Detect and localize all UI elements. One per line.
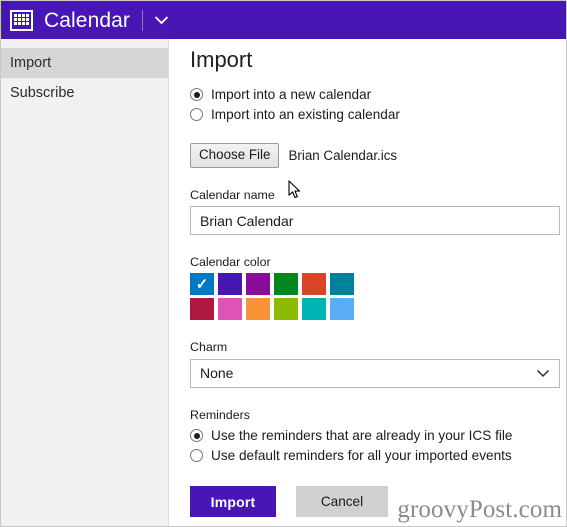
import-panel: Import Import into a new calendar Import… [169, 39, 566, 526]
radio-icon [190, 108, 203, 122]
sidebar: Import Subscribe [1, 39, 169, 526]
app-title: Calendar [44, 8, 131, 32]
sidebar-item-label: Import [10, 55, 52, 71]
reminders-label: Reminders [190, 407, 250, 422]
title-bar: Calendar [1, 1, 566, 39]
color-swatch-green[interactable] [274, 273, 298, 296]
sidebar-item-import[interactable]: Import [1, 48, 168, 78]
title-divider [142, 9, 144, 31]
page-title: Import [190, 47, 253, 72]
color-swatch-orange-red[interactable] [302, 273, 326, 296]
color-swatch-turquoise[interactable] [302, 298, 326, 321]
color-swatch-crimson[interactable] [190, 298, 214, 321]
radio-import-existing-calendar[interactable]: Import into an existing calendar [190, 105, 566, 124]
charm-label: Charm [190, 340, 228, 355]
import-target-group: Import into a new calendar Import into a… [190, 85, 566, 124]
radio-import-new-calendar[interactable]: Import into a new calendar [190, 85, 566, 104]
radio-icon [190, 449, 203, 463]
calendar-color-swatches: ✓ [190, 273, 566, 321]
chevron-down-icon[interactable] [154, 15, 169, 25]
radio-icon [190, 429, 203, 443]
calendar-import-window: Calendar Import Subscribe Import Import … [0, 0, 567, 527]
calendar-color-label: Calendar color [190, 255, 271, 269]
sidebar-item-subscribe[interactable]: Subscribe [1, 78, 168, 108]
calendar-name-input[interactable] [190, 206, 560, 235]
radio-use-default-reminders[interactable]: Use default reminders for all your impor… [190, 446, 566, 465]
radio-label: Use default reminders for all your impor… [211, 447, 512, 463]
reminders-group: Use the reminders that are already in yo… [190, 426, 566, 465]
color-swatch-light-blue[interactable] [330, 298, 354, 321]
calendar-grid-icon [10, 9, 33, 31]
radio-label: Import into an existing calendar [211, 106, 400, 122]
radio-label: Use the reminders that are already in yo… [211, 427, 513, 443]
color-swatch-yellow-green[interactable] [274, 298, 298, 321]
calendar-name-label: Calendar name [190, 187, 275, 202]
color-swatch-violet[interactable] [218, 273, 242, 296]
color-swatch-teal[interactable] [330, 273, 354, 296]
radio-icon [190, 88, 203, 102]
file-picker-row: Choose File Brian Calendar.ics [190, 143, 566, 168]
radio-label: Import into a new calendar [211, 86, 372, 102]
color-swatch-blue[interactable]: ✓ [190, 273, 214, 296]
cancel-button[interactable]: Cancel [296, 486, 388, 518]
check-icon: ✓ [195, 275, 209, 293]
color-swatch-purple[interactable] [246, 273, 270, 296]
chevron-down-icon [536, 369, 550, 378]
color-swatch-orange[interactable] [246, 298, 270, 321]
radio-use-ics-reminders[interactable]: Use the reminders that are already in yo… [190, 426, 566, 445]
action-buttons: Import Cancel [190, 486, 566, 518]
import-button[interactable]: Import [190, 486, 276, 518]
choose-file-button[interactable]: Choose File [190, 143, 280, 168]
color-swatch-pink[interactable] [218, 298, 242, 321]
charm-select[interactable]: None [190, 358, 560, 388]
window-body: Import Subscribe Import Import into a ne… [1, 39, 566, 526]
selected-file-name: Brian Calendar.ics [288, 147, 398, 163]
sidebar-item-label: Subscribe [10, 85, 75, 101]
charm-selected-value: None [200, 365, 234, 382]
